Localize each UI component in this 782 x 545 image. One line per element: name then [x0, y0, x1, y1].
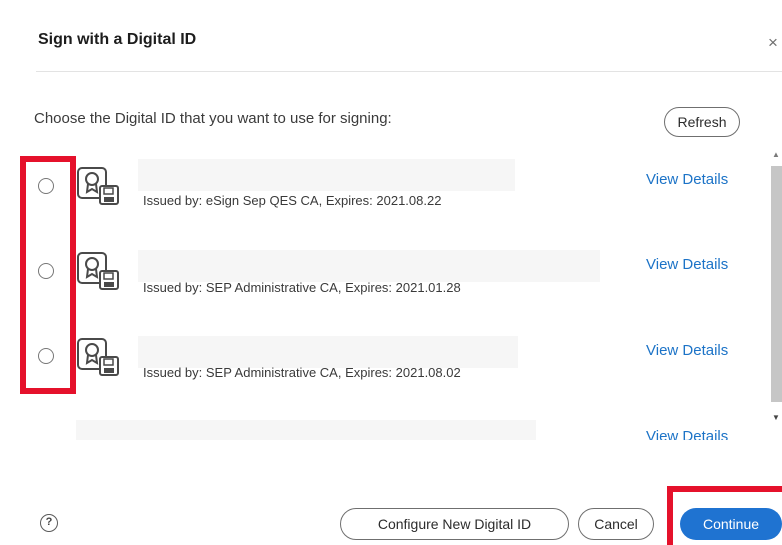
list-scrollbar[interactable]: ▲ ▼	[770, 150, 782, 425]
digital-id-row[interactable]: Issued by: eSign Sep QES CA, Expires: 20…	[0, 150, 770, 236]
refresh-button[interactable]: Refresh	[664, 107, 740, 137]
digital-id-list: Issued by: eSign Sep QES CA, Expires: 20…	[0, 150, 770, 440]
digital-id-certificate-icon	[77, 167, 119, 205]
id-radio-button[interactable]	[38, 178, 54, 194]
id-name-redacted	[138, 250, 600, 282]
digital-id-row[interactable]: Issued by: SEP Administrative CA, Expire…	[0, 322, 770, 408]
id-issuer-text: Issued by: SEP Administrative CA, Expire…	[143, 280, 461, 295]
cancel-button[interactable]: Cancel	[578, 508, 654, 540]
view-details-link[interactable]: View Details	[646, 171, 728, 188]
scroll-thumb[interactable]	[771, 166, 782, 402]
id-radio-button[interactable]	[38, 263, 54, 279]
id-name-redacted	[138, 336, 518, 368]
id-issuer-text: Issued by: eSign Sep QES CA, Expires: 20…	[143, 193, 442, 208]
digital-id-row[interactable]: Issued by: SEP Administrative CA, Expire…	[0, 236, 770, 322]
close-icon[interactable]: ×	[768, 34, 778, 51]
id-name-redacted	[76, 420, 536, 440]
continue-button[interactable]: Continue	[680, 508, 782, 540]
id-name-redacted	[138, 159, 515, 191]
id-issuer-text: Issued by: SEP Administrative CA, Expire…	[143, 365, 461, 380]
instruction-text: Choose the Digital ID that you want to u…	[34, 110, 392, 127]
dialog-title: Sign with a Digital ID	[38, 31, 197, 48]
configure-new-digital-id-button[interactable]: Configure New Digital ID	[340, 508, 569, 540]
digital-id-certificate-icon	[77, 252, 119, 290]
scroll-up-arrow-icon[interactable]: ▲	[770, 150, 782, 162]
view-details-link[interactable]: View Details	[646, 256, 728, 273]
digital-id-certificate-icon	[77, 338, 119, 376]
scroll-down-arrow-icon[interactable]: ▼	[770, 413, 782, 425]
title-divider	[36, 71, 782, 72]
digital-id-row[interactable]: View Details	[0, 408, 770, 440]
view-details-link[interactable]: View Details	[646, 342, 728, 359]
help-icon[interactable]: ?	[40, 514, 58, 532]
id-radio-button[interactable]	[38, 348, 54, 364]
view-details-link[interactable]: View Details	[646, 428, 728, 440]
